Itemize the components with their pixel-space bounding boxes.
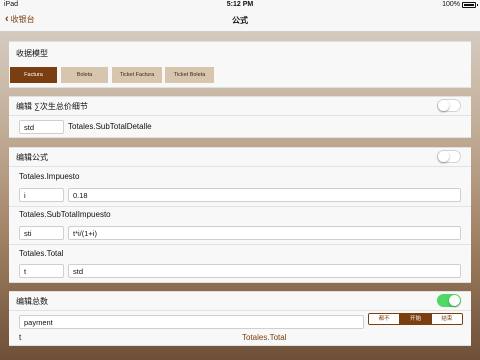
edit-total-panel: 编辑总数 都不 开始 结束 t Totales.Total	[9, 291, 471, 346]
formula-row-label: Totales.Impuesto	[19, 172, 80, 181]
divider	[9, 206, 471, 207]
edit-subtotal-toggle[interactable]	[437, 99, 461, 112]
receipt-model-title: 收据模型	[16, 49, 48, 58]
edit-formula-title: 编辑公式	[16, 153, 48, 162]
segment-none[interactable]: 都不	[369, 314, 401, 324]
formula-row-label: Totales.Total	[19, 249, 64, 258]
toggle-knob	[438, 151, 449, 162]
edit-subtotal-panel: 编辑 ∑次生总价细节 Totales.SubTotalDetalle	[9, 96, 471, 138]
receipt-model-panel: 收据模型 Factura Boleta Ticket Factura Ticke…	[9, 41, 471, 88]
edit-subtotal-title: 编辑 ∑次生总价细节	[16, 102, 88, 111]
battery-area: 100%	[442, 1, 478, 8]
status-bar: iPad 5:12 PM 100%	[0, 0, 480, 10]
edit-total-title: 编辑总数	[16, 297, 48, 306]
subtotal-var-input[interactable]	[19, 120, 64, 134]
formula-var-input[interactable]	[19, 226, 64, 240]
battery-percent: 100%	[442, 1, 460, 8]
subtotal-path-label: Totales.SubTotalDetalle	[68, 122, 152, 131]
total-result-var: t	[19, 333, 22, 342]
clock: 5:12 PM	[226, 1, 254, 8]
payment-input[interactable]	[19, 315, 364, 329]
formula-var-input[interactable]	[19, 188, 64, 202]
edit-formula-toggle[interactable]	[437, 150, 461, 163]
segment-end[interactable]: 结束	[431, 314, 462, 324]
edit-total-toggle[interactable]	[437, 294, 461, 307]
total-result-path: Totales.Total	[242, 333, 287, 342]
model-button-ticket-factura[interactable]: Ticket Factura	[112, 67, 162, 83]
formula-expr-input[interactable]	[68, 188, 461, 202]
model-button-factura[interactable]: Factura	[10, 67, 57, 83]
toggle-knob	[449, 295, 460, 306]
battery-icon	[462, 1, 478, 8]
formula-var-input[interactable]	[19, 264, 64, 278]
divider	[9, 166, 471, 167]
divider	[9, 244, 471, 245]
divider	[9, 310, 471, 311]
model-button-boleta[interactable]: Boleta	[61, 67, 108, 83]
divider	[9, 115, 471, 116]
segment-start[interactable]: 开始	[400, 314, 432, 324]
page-title: 公式	[232, 16, 248, 25]
formula-row-label: Totales.SubTotalImpuesto	[19, 210, 111, 219]
edit-formula-panel: 编辑公式 Totales.Impuesto Totales.SubTotalIm…	[9, 147, 471, 283]
model-button-ticket-boleta[interactable]: Ticket Boleta	[165, 67, 214, 83]
navigation-bar: ‹ 收银台 公式	[0, 10, 480, 32]
position-segmented-control: 都不 开始 结束	[368, 313, 463, 325]
toggle-knob	[438, 100, 449, 111]
formula-expr-input[interactable]	[68, 264, 461, 278]
formula-expr-input[interactable]	[68, 226, 461, 240]
